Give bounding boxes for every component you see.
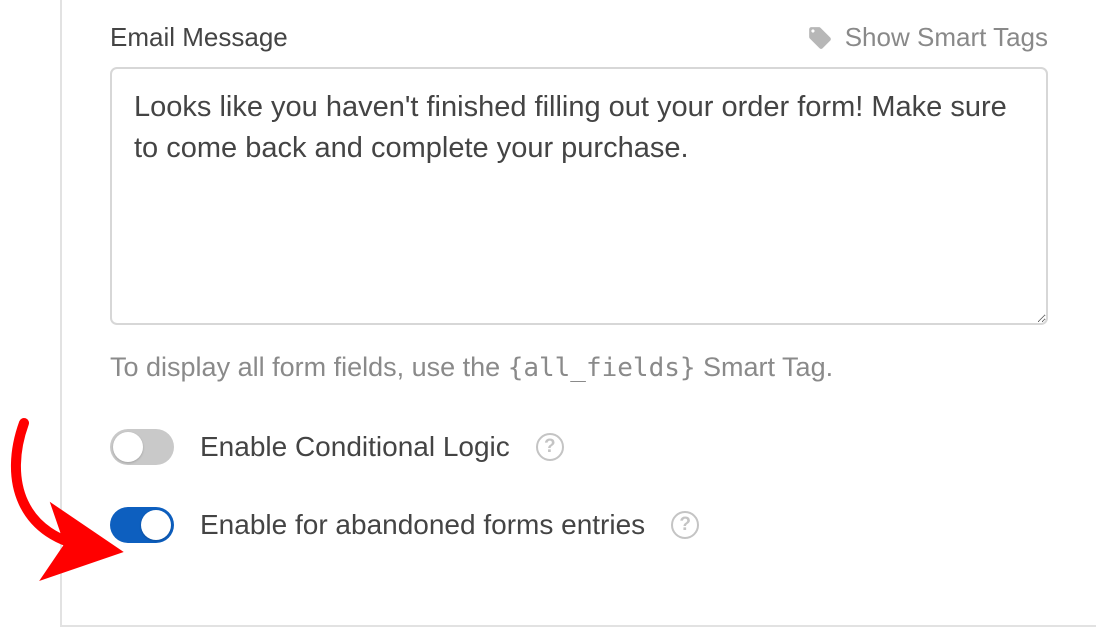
email-message-label: Email Message — [110, 22, 288, 53]
tag-icon — [807, 25, 833, 51]
hint-code: {all_fields} — [508, 353, 696, 383]
toggle-knob — [113, 432, 143, 462]
hint-suffix: Smart Tag. — [696, 352, 834, 382]
conditional-logic-toggle[interactable] — [110, 429, 174, 465]
settings-panel: Email Message Show Smart Tags To display… — [60, 0, 1096, 627]
conditional-logic-row: Enable Conditional Logic ? — [110, 429, 1048, 465]
abandoned-forms-label: Enable for abandoned forms entries — [200, 509, 645, 541]
email-message-field-wrap — [110, 67, 1048, 330]
show-smart-tags-link[interactable]: Show Smart Tags — [807, 22, 1048, 53]
toggles-section: Enable Conditional Logic ? Enable for ab… — [110, 429, 1048, 543]
abandoned-forms-row: Enable for abandoned forms entries ? — [110, 507, 1048, 543]
all-fields-hint: To display all form fields, use the {all… — [110, 352, 1048, 383]
email-message-textarea[interactable] — [110, 67, 1048, 325]
field-header: Email Message Show Smart Tags — [110, 22, 1048, 53]
help-icon[interactable]: ? — [536, 433, 564, 461]
hint-prefix: To display all form fields, use the — [110, 352, 508, 382]
toggle-knob — [141, 510, 171, 540]
conditional-logic-label: Enable Conditional Logic — [200, 431, 510, 463]
help-icon[interactable]: ? — [671, 511, 699, 539]
abandoned-forms-toggle[interactable] — [110, 507, 174, 543]
show-smart-tags-text: Show Smart Tags — [845, 22, 1048, 53]
